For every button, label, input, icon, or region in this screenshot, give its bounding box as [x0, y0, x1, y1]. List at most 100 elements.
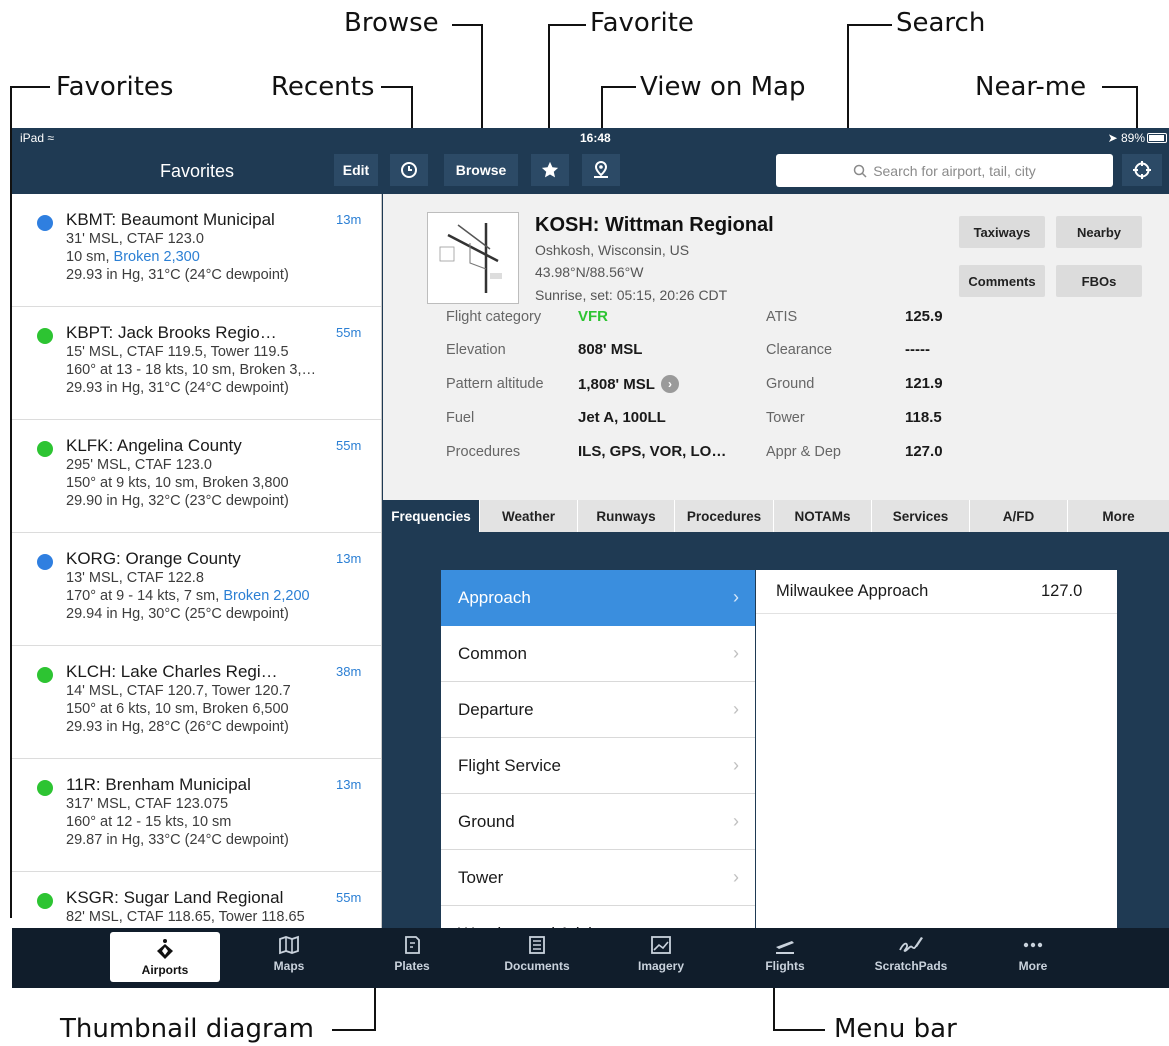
frequency-category[interactable]: Flight Service ›: [441, 738, 755, 794]
weather-text: 160° at 12 - 15 kts, 10 sm: [66, 814, 232, 830]
ceiling-text: Broken 2,300: [113, 249, 200, 265]
star-icon: [541, 161, 559, 178]
airport-id: KBPT: Jack Brooks Regio…: [66, 323, 277, 342]
thumbnail-diagram[interactable]: [427, 212, 519, 304]
page-title: Favorites: [159, 161, 235, 181]
tabbar-scratchpads[interactable]: ScratchPads: [856, 928, 966, 980]
list-item[interactable]: KLCH: Lake Charles Regi… 38m 14' MSL, CTAF…: [12, 646, 381, 759]
frequency-category[interactable]: Ground ›: [441, 794, 755, 850]
search-placeholder: Search for airport, tail, city: [873, 162, 1036, 179]
field-value: Jet A, 100LL: [578, 409, 666, 426]
list-item[interactable]: KBMT: Beaumont Municipal 13m 31' MSL, CTAF…: [12, 194, 381, 307]
wifi-icon: ≈: [47, 131, 54, 145]
tab-afd[interactable]: A/FD: [969, 500, 1067, 532]
altimeter-line: 29.93 in Hg, 31°C (24°C dewpoint): [66, 267, 289, 283]
search-input[interactable]: Search for airport, tail, city: [776, 154, 1113, 187]
list-item[interactable]: KORG: Orange County 13m 13' MSL, CTAF 122.…: [12, 533, 381, 646]
weather-text: 150° at 9 kts, 10 sm, Broken 3,800: [66, 475, 289, 491]
tabbar-flights[interactable]: Flights: [730, 928, 840, 980]
map-pin-icon: [594, 160, 608, 178]
list-item[interactable]: KSGR: Sugar Land Regional 55m 82' MSL, CTA…: [12, 872, 381, 928]
tabbar-documents[interactable]: Documents: [482, 928, 592, 980]
browse-button[interactable]: Browse: [444, 154, 518, 186]
more-icon: [978, 934, 1088, 956]
edit-button[interactable]: Edit: [334, 154, 378, 186]
tabbar-label: More: [1018, 959, 1048, 973]
list-item[interactable]: KBPT: Jack Brooks Regio… 55m 15' MSL, CTAF…: [12, 307, 381, 420]
taxiways-button[interactable]: Taxiways: [959, 216, 1045, 248]
frequency-category[interactable]: Approach ›: [441, 570, 755, 626]
clock-icon: [401, 162, 417, 178]
tab-weather[interactable]: Weather: [479, 500, 577, 532]
frequency-category[interactable]: Weather and Advisory›: [441, 906, 755, 928]
callout-favorite: Favorite: [590, 8, 694, 38]
altimeter-line: 29.93 in Hg, 28°C (26°C dewpoint): [66, 719, 289, 735]
battery-level: ➤ 89%: [1107, 131, 1145, 145]
chevron-right-icon[interactable]: ›: [660, 375, 679, 393]
field-label: Ground: [766, 376, 815, 392]
list-item[interactable]: KLFK: Angelina County 55m 295' MSL, CTAF 1…: [12, 420, 381, 533]
flights-icon: [730, 934, 840, 956]
tabbar-label: Plates: [394, 959, 430, 973]
callout-favorites: Favorites: [56, 72, 174, 102]
airport-name: KOSH: Wittman Regional: [535, 214, 774, 236]
bottom-tab-bar: Airports Maps Plates Documents Imagery Flight…: [12, 928, 1169, 988]
recents-button[interactable]: [390, 154, 428, 186]
favorites-list: KBMT: Beaumont Municipal 13m 31' MSL, CTAF…: [12, 194, 382, 928]
weather-line: 10 sm, Broken 2,300: [66, 248, 374, 266]
comments-button[interactable]: Comments: [959, 265, 1045, 297]
status-dot: [37, 780, 53, 796]
scratchpads-icon: [856, 934, 966, 956]
tab-notams[interactable]: NOTAMs: [773, 500, 871, 532]
nearby-button[interactable]: Nearby: [1056, 216, 1142, 248]
callout-view-on-map: View on Map: [640, 72, 806, 102]
status-dot: [37, 667, 53, 683]
tab-services[interactable]: Services: [871, 500, 969, 532]
weather-text: 170° at 9 - 14 kts, 7 sm,: [66, 588, 224, 604]
field-value-text: 808' MSL: [578, 341, 643, 358]
field-value: 121.9: [905, 375, 943, 392]
category-label: Flight Service: [458, 755, 561, 775]
tabbar-label: Flights: [765, 959, 805, 973]
report-age: 55m: [336, 890, 362, 905]
field-label: Procedures: [446, 444, 521, 460]
field-value: -----: [905, 341, 930, 358]
tabbar-imagery[interactable]: Imagery: [606, 928, 716, 980]
frequency-row[interactable]: Milwaukee Approach 127.0: [756, 570, 1117, 614]
list-item[interactable]: 11R: Brenham Municipal 13m 317' MSL, CTAF …: [12, 759, 381, 872]
chevron-right-icon: ›: [733, 587, 739, 607]
status-dot: [37, 554, 53, 570]
favorite-button[interactable]: [531, 154, 569, 186]
field-label: Clearance: [766, 342, 833, 358]
tabbar-plates[interactable]: Plates: [357, 928, 467, 980]
frequency-categories: Approach › Common › Departure › Flight Service…: [441, 570, 755, 928]
tab-frequencies[interactable]: Frequencies: [383, 500, 479, 532]
tab-runways[interactable]: Runways: [577, 500, 674, 532]
imagery-icon: [606, 934, 716, 956]
frequency-category[interactable]: Departure ›: [441, 682, 755, 738]
fbos-button[interactable]: FBOs: [1056, 265, 1142, 297]
tabbar-more[interactable]: More: [978, 928, 1088, 980]
chevron-right-icon: ›: [733, 867, 739, 887]
search-icon: [853, 164, 867, 178]
frequency-list: Milwaukee Approach 127.0: [756, 570, 1117, 928]
field-value: ILS, GPS, VOR, LO…: [578, 443, 726, 460]
field-label: Pattern altitude: [446, 376, 544, 392]
menu-bar: Frequencies Weather Runways Procedures NOTAM…: [383, 500, 1169, 532]
airport-city: Oshkosh, Wisconsin, US: [535, 242, 690, 258]
frequency-category[interactable]: Tower ›: [441, 850, 755, 906]
frequency-name: Milwaukee Approach: [776, 582, 929, 600]
view-on-map-button[interactable]: [582, 154, 620, 186]
tabbar-airports[interactable]: Airports: [110, 932, 220, 982]
tabbar-label: Imagery: [637, 959, 685, 973]
near-me-button[interactable]: [1122, 154, 1162, 186]
tabbar-maps[interactable]: Maps: [234, 928, 344, 980]
frequency-category[interactable]: Common ›: [441, 626, 755, 682]
airport-id: KSGR: Sugar Land Regional: [66, 888, 284, 907]
tab-procedures[interactable]: Procedures: [674, 500, 773, 532]
chevron-right-icon: ›: [733, 755, 739, 775]
tab-more[interactable]: More: [1067, 500, 1169, 532]
airport-detail: KOSH: Wittman Regional Oshkosh, Wisconsi…: [383, 194, 1169, 500]
field-value-text: Jet A, 100LL: [578, 409, 666, 426]
tabbar-label: ScratchPads: [874, 959, 948, 973]
